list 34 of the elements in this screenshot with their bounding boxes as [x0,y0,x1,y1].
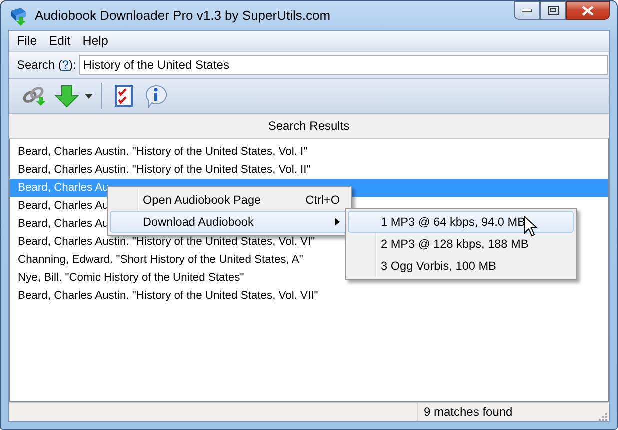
mouse-cursor-icon [524,216,538,238]
result-row[interactable]: Channing, Edward. "Short History of the United States, A" [18,254,304,266]
menu-item[interactable]: 3 Ogg Vorbis, 100 MB [348,255,574,277]
resize-grip-icon[interactable] [597,411,607,421]
maximize-icon [548,6,558,15]
shortcut-text: Ctrl+O [304,193,340,207]
result-row[interactable]: Beard, Charles Austin. "History of the United States, Vol. VI" [18,236,316,248]
result-row[interactable]: Beard, Charles Austin. "History of the United States, Vol. VII" [18,290,318,302]
menu-item[interactable]: 2 MP3 @ 128 kbps, 188 MB [348,233,574,255]
status-text: 9 matches found [417,403,597,421]
result-row[interactable]: Nye, Bill. "Comic History of the United States" [18,272,244,284]
menu-item[interactable]: Help [76,34,114,48]
menu-item[interactable]: Edit [43,34,77,48]
menu-item[interactable]: Open Audiobook Page Ctrl+O [110,189,349,211]
app-icon [9,6,29,26]
checklist-icon [114,84,134,108]
window-title: Audiobook Downloader Pro v1.3 by SuperUtils.com [35,8,331,23]
minimize-icon [522,8,532,12]
info-icon [144,84,168,108]
download-arrow-icon [55,84,79,108]
close-icon [582,6,594,16]
maximize-button[interactable] [540,1,566,20]
result-row[interactable]: Beard, Charles Austin. "History of the United States, Vol. II" [18,164,311,176]
help-link[interactable]: ? [62,58,70,72]
menu-item[interactable]: 1 MP3 @ 64 kbps, 94.0 MB [348,211,574,233]
search-field[interactable]: History of the United States [79,55,608,75]
caret-icon[interactable] [85,94,93,98]
result-row[interactable]: Beard, Charles Austin. "History of the United States, Vol. I" [18,146,308,158]
chain-link-icon [22,84,48,108]
search-label: Search (?): [17,58,76,72]
minimize-button[interactable] [514,1,540,20]
submenu-arrow-icon [335,218,340,226]
menu-item[interactable]: File [11,34,44,48]
close-button[interactable] [566,1,610,20]
